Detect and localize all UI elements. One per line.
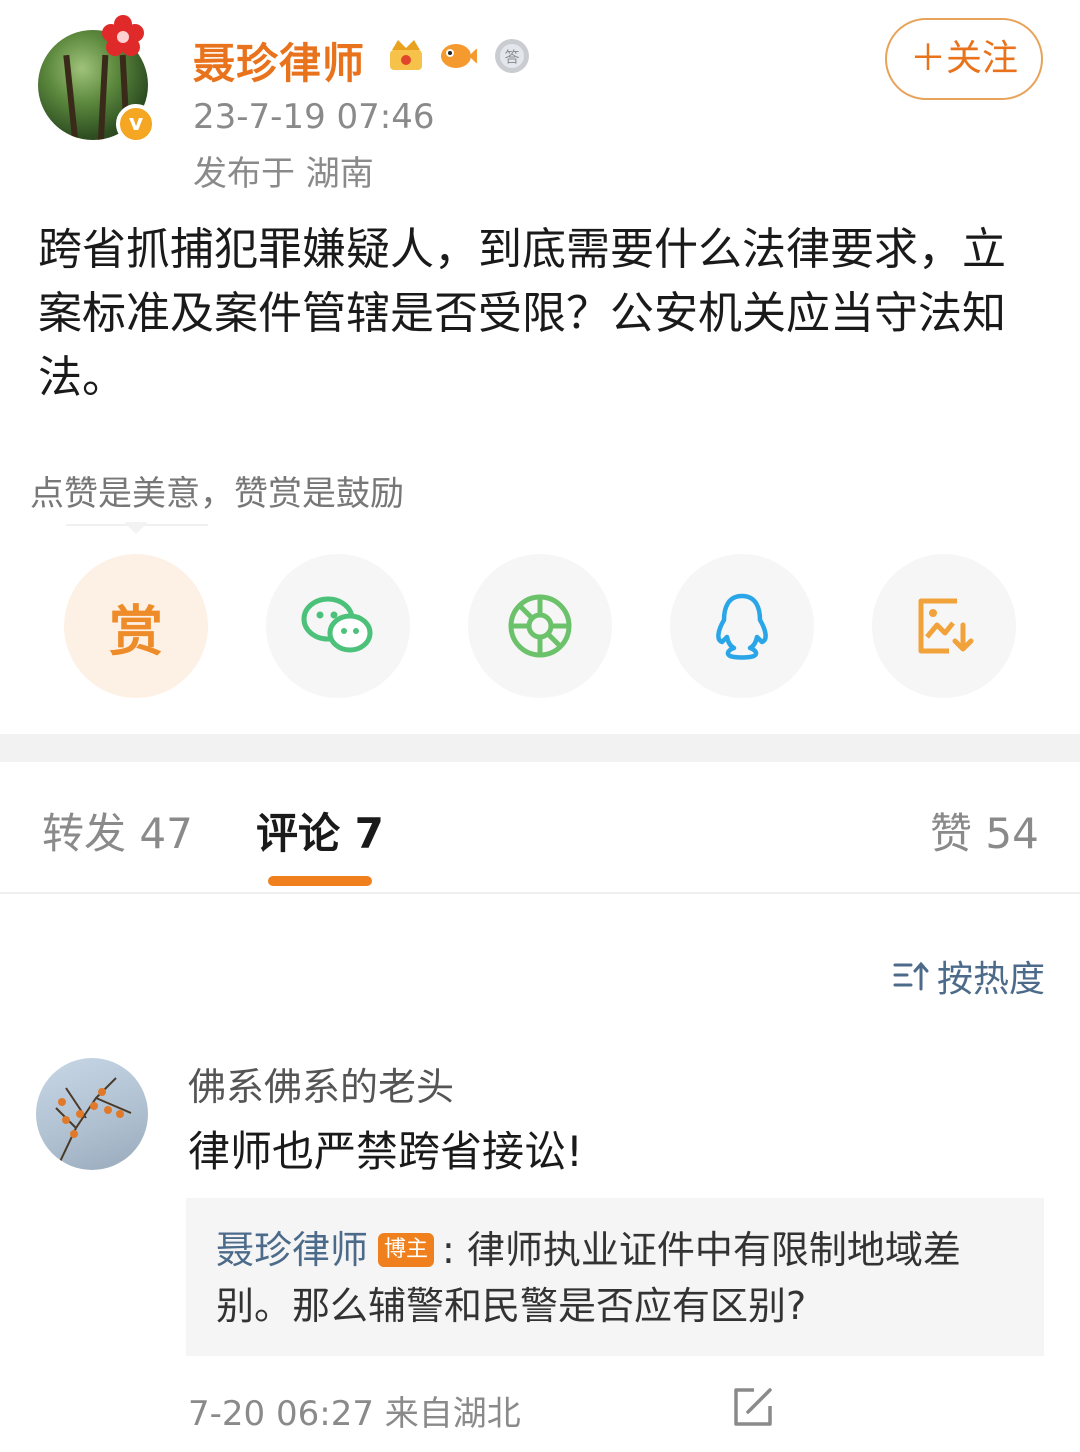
reward-icon: 赏 bbox=[109, 599, 163, 663]
tab-likes[interactable]: 赞 54 bbox=[930, 800, 1039, 861]
verified-icon: v bbox=[116, 104, 156, 144]
save-image-button[interactable] bbox=[872, 554, 1016, 698]
share-moments-button[interactable] bbox=[468, 554, 612, 698]
sort-icon bbox=[893, 961, 929, 991]
qq-icon bbox=[716, 593, 768, 660]
tab-reposts[interactable]: 转发 47 bbox=[42, 800, 193, 861]
comment-text: 律师也严禁跨省接讼! bbox=[188, 1127, 583, 1176]
section-divider bbox=[0, 734, 1080, 762]
commenter-avatar[interactable] bbox=[36, 1058, 148, 1170]
hint-caret bbox=[124, 522, 148, 534]
reward-hint: 点赞是美意，赞赏是鼓励 bbox=[30, 474, 404, 514]
sort-label: 按热度 bbox=[937, 959, 1046, 1000]
medal-badge-icon[interactable]: 答 bbox=[492, 36, 532, 76]
commenter-name[interactable]: 佛系佛系的老头 bbox=[188, 1056, 454, 1111]
tab-comments[interactable]: 评论 7 bbox=[256, 800, 384, 861]
comment-meta: 7-20 06:27 来自湖北 bbox=[188, 1394, 521, 1434]
tab-bar-divider bbox=[0, 892, 1080, 894]
reply-block: 聂珍律师 博主: 律师执业证件中有限制地域差别。那么辅警和民警是否应有区别? bbox=[216, 1222, 1016, 1334]
reward-button[interactable]: 赏 bbox=[64, 554, 208, 698]
reply-author[interactable]: 聂珍律师 bbox=[216, 1228, 368, 1272]
svg-text:答: 答 bbox=[504, 48, 519, 66]
moments-icon bbox=[508, 594, 572, 658]
reply-edit-icon[interactable] bbox=[732, 1386, 774, 1428]
fish-badge-icon[interactable] bbox=[438, 36, 478, 76]
share-qq-button[interactable] bbox=[670, 554, 814, 698]
share-wechat-button[interactable] bbox=[266, 554, 410, 698]
follow-button[interactable]: ＋关注 bbox=[885, 18, 1043, 100]
wechat-icon bbox=[301, 596, 373, 653]
persimmon-tree-image bbox=[55, 1077, 132, 1170]
sort-button[interactable]: 按热度 bbox=[893, 950, 1045, 1002]
save-image-icon bbox=[918, 598, 974, 654]
post-timestamp: 23-7-19 07:46 bbox=[193, 97, 435, 137]
post-location: 发布于 湖南 bbox=[193, 154, 374, 194]
flower-icon bbox=[102, 15, 144, 56]
author-name[interactable]: 聂珍律师 bbox=[193, 30, 365, 91]
crown-badge-icon[interactable] bbox=[386, 36, 426, 76]
post-body: 跨省抓捕犯罪嫌疑人，到底需要什么法律要求，立案标准及案件管辖是否受限？公安机关应… bbox=[38, 224, 1006, 403]
host-badge: 博主 bbox=[378, 1232, 435, 1267]
tab-active-indicator bbox=[268, 876, 372, 886]
